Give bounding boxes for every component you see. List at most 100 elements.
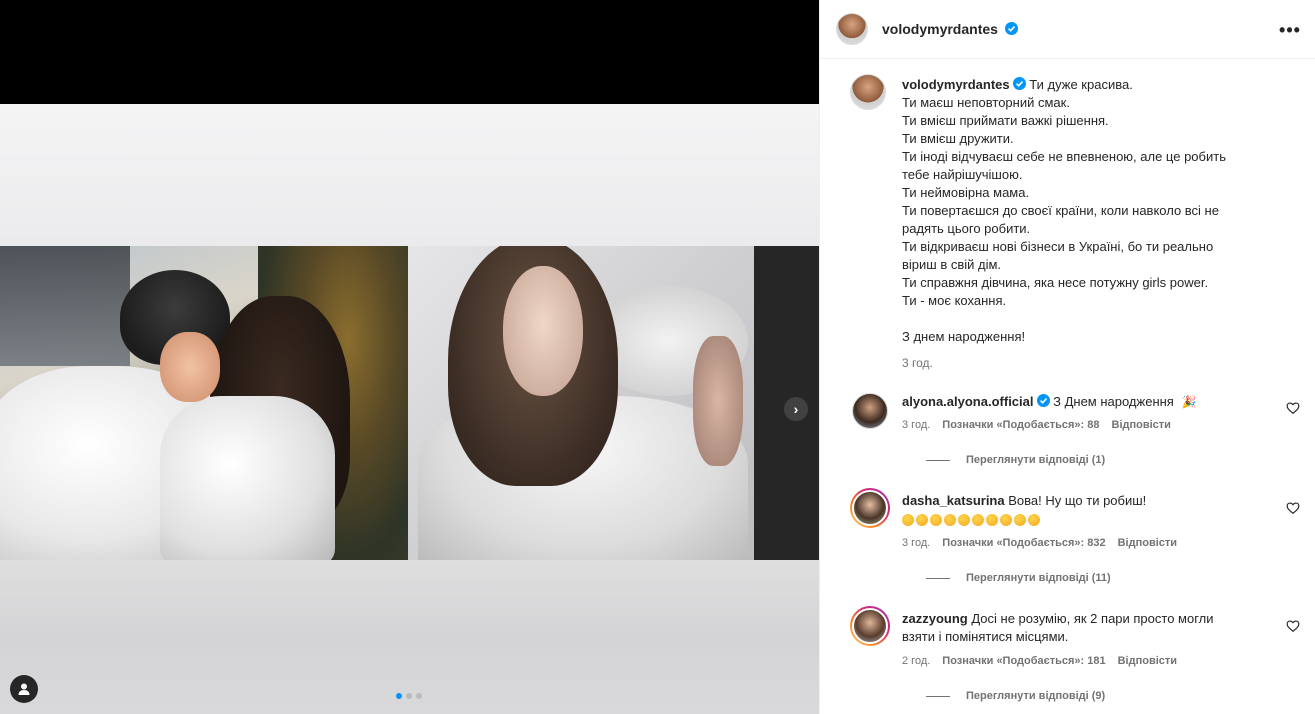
caption-line: Ти відкриваєш нові бізнеси в Україні, бо… xyxy=(902,239,1214,254)
user-tag-button[interactable] xyxy=(10,675,38,703)
crying-face-emoji xyxy=(1014,514,1026,526)
photo-couple-kiss xyxy=(0,246,408,560)
comment-likes[interactable]: Позначки «Подобається»: 88 xyxy=(942,419,1099,431)
verified-badge-icon xyxy=(1036,394,1050,407)
commenter-username[interactable]: dasha_katsurina xyxy=(902,493,1005,508)
crying-face-emoji xyxy=(1000,514,1012,526)
commenter-avatar[interactable] xyxy=(852,490,888,526)
author-username-text[interactable]: volodymyrdantes xyxy=(882,21,998,37)
comment-likes[interactable]: Позначки «Подобається»: 181 xyxy=(942,655,1105,667)
crying-face-emoji xyxy=(972,514,984,526)
view-replies-button[interactable]: Переглянути відповіді (11) xyxy=(926,572,1111,584)
commenter-avatar[interactable] xyxy=(852,608,888,644)
comment-body-cont: взяти і помінятися місцями. xyxy=(902,629,1069,644)
replies-divider xyxy=(926,695,950,697)
emoji-row xyxy=(902,512,1252,530)
caption-line: Ти справжня дівчина, яка несе потужну gi… xyxy=(902,275,1209,290)
more-options-button[interactable]: ••• xyxy=(1278,18,1302,42)
author-username[interactable]: volodymyrdantes xyxy=(882,21,1018,37)
comment-item: alyona.alyona.official З Днем народження… xyxy=(850,391,1300,471)
caption-line: Ти іноді відчуваєш себе не впевненою, ал… xyxy=(902,149,1226,164)
carousel-dot-1 xyxy=(396,693,402,699)
comment-time[interactable]: 3 год. xyxy=(902,419,930,431)
comment-body: Вова! Ну що ти робиш! xyxy=(1008,493,1147,508)
user-tag-icon xyxy=(18,683,30,695)
party-popper-emoji: 🎉 xyxy=(1181,395,1197,409)
verified-badge-icon xyxy=(1012,77,1026,90)
photo-portrait xyxy=(408,246,754,560)
comment-text: alyona.alyona.official З Днем народження… xyxy=(902,393,1252,411)
reply-button[interactable]: Відповісти xyxy=(1118,655,1177,667)
commenter-username[interactable]: alyona.alyona.official xyxy=(902,394,1034,409)
story-ring[interactable] xyxy=(850,606,890,646)
caption-line: Ти повертаєшся до своєї країни, коли нав… xyxy=(902,203,1219,218)
commenter-avatar[interactable] xyxy=(852,393,888,429)
heart-icon[interactable] xyxy=(1286,401,1300,415)
photo-sleeve xyxy=(160,396,335,560)
carousel-dot-3 xyxy=(416,693,422,699)
heart-icon[interactable] xyxy=(1286,619,1300,633)
comment-text: zazzyoung Досі не розумію, як 2 пари про… xyxy=(902,610,1252,646)
reply-button[interactable]: Відповісти xyxy=(1112,419,1171,431)
media-letterbox-top xyxy=(0,0,819,104)
comment-time[interactable]: 2 год. xyxy=(902,655,930,667)
caption-line-text: Ти дуже красива. xyxy=(1029,77,1133,92)
crying-face-emoji xyxy=(986,514,998,526)
caption-line: Ти неймовірна мама. xyxy=(902,185,1030,200)
caption-line: Ти маєш неповторний смак. xyxy=(902,95,1070,110)
caption-line: Ти вмієш дружити. xyxy=(902,131,1014,146)
commenter-username[interactable]: zazzyoung xyxy=(902,611,968,626)
crying-face-emoji xyxy=(930,514,942,526)
crying-face-emoji xyxy=(958,514,970,526)
comment-body: З Днем народження xyxy=(1053,394,1174,409)
story-ring[interactable] xyxy=(850,488,890,528)
post-header: volodymyrdantes ••• xyxy=(820,0,1315,59)
caption-text: volodymyrdantes Ти дуже красива. Ти маєш… xyxy=(902,76,1262,372)
view-replies-label: Переглянути відповіді (1) xyxy=(966,454,1106,466)
photo-hand xyxy=(160,332,220,402)
comment-body: Досі не розумію, як 2 пари просто могли xyxy=(971,611,1214,626)
comment-likes[interactable]: Позначки «Подобається»: 832 xyxy=(942,537,1105,549)
heart-icon[interactable] xyxy=(1286,501,1300,515)
comment-meta: 3 год. Позначки «Подобається»: 832 Відпо… xyxy=(902,537,1177,549)
carousel-indicator xyxy=(396,693,422,699)
photo-strip xyxy=(0,246,819,560)
carousel-next-button[interactable]: › xyxy=(784,397,808,421)
media-background-bottom xyxy=(0,560,819,714)
comment-time[interactable]: 3 год. xyxy=(902,537,930,549)
comment-text: dasha_katsurina Вова! Ну що ти робиш! xyxy=(902,492,1252,530)
caption-author-username[interactable]: volodymyrdantes xyxy=(902,77,1010,92)
replies-divider xyxy=(926,459,950,461)
caption-line: тебе найрішучішою. xyxy=(902,167,1023,182)
caption-line: Ти вмієш приймати важкі рішення. xyxy=(902,113,1109,128)
author-avatar[interactable] xyxy=(836,13,868,45)
replies-divider xyxy=(926,577,950,579)
view-replies-button[interactable]: Переглянути відповіді (1) xyxy=(926,454,1105,466)
carousel-dot-2 xyxy=(406,693,412,699)
photo-face xyxy=(503,266,583,396)
comment-item: zazzyoung Досі не розумію, як 2 пари про… xyxy=(850,606,1300,706)
view-replies-label: Переглянути відповіді (9) xyxy=(966,690,1106,702)
post-sidebar: volodymyrdantes ••• volodymyrdantes Ти д… xyxy=(819,0,1315,714)
caption-line: радять цього робити. xyxy=(902,221,1031,236)
reply-button[interactable]: Відповісти xyxy=(1118,537,1177,549)
photo-window xyxy=(0,246,130,366)
comment-meta: 3 год. Позначки «Подобається»: 88 Відпов… xyxy=(902,419,1171,431)
crying-face-emoji xyxy=(916,514,928,526)
crying-face-emoji xyxy=(902,514,914,526)
caption-author-avatar[interactable] xyxy=(850,74,886,110)
crying-face-emoji xyxy=(1028,514,1040,526)
verified-badge-icon xyxy=(1004,22,1018,35)
caption-line: Ти - моє кохання. xyxy=(902,293,1007,308)
crying-face-emoji xyxy=(944,514,956,526)
caption-line: віриш в свій дім. xyxy=(902,257,1002,272)
view-replies-button[interactable]: Переглянути відповіді (9) xyxy=(926,690,1105,702)
photo-hand-portrait xyxy=(693,336,743,466)
caption-line-1: volodymyrdantes Ти дуже красива. xyxy=(902,76,1262,94)
comment-meta: 2 год. Позначки «Подобається»: 181 Відпо… xyxy=(902,655,1177,667)
post-media: › xyxy=(0,0,819,714)
caption-line: З днем народження! xyxy=(902,329,1026,344)
post-timestamp[interactable]: 3 год. xyxy=(902,354,1262,372)
view-replies-label: Переглянути відповіді (11) xyxy=(966,572,1111,584)
